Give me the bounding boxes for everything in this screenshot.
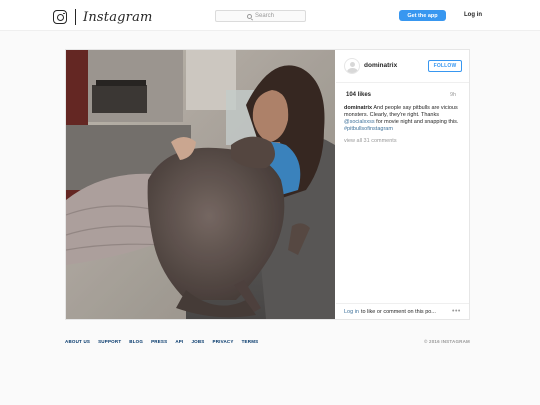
footer-link-terms[interactable]: TERMS [242,339,259,344]
follow-button[interactable]: FOLLOW [428,60,462,72]
caption-author[interactable]: dominatrix [344,105,372,111]
instagram-logo[interactable]: Instagram [53,9,153,25]
likes-count[interactable]: 104 likes [346,92,371,98]
post-photo[interactable] [66,50,335,319]
instagram-camera-icon [53,10,67,24]
caption-mention[interactable]: @socialxxss [344,119,375,125]
footer-link-press[interactable]: PRESS [151,339,167,344]
footer: ABOUT US SUPPORT BLOG PRESS API JOBS PRI… [65,339,470,347]
search-placeholder: Search [254,13,274,19]
top-navigation-bar: Instagram Search Get the app Log in [0,0,540,31]
avatar[interactable] [344,58,360,74]
logo-divider [75,9,76,25]
footer-link-support[interactable]: SUPPORT [98,339,121,344]
post-details-panel: dominatrix FOLLOW 104 likes 9h dominatri… [336,50,469,319]
post-header: dominatrix FOLLOW [336,50,469,83]
post-time[interactable]: 9h [450,92,456,98]
view-all-comments-link[interactable]: view all 31 comments [344,138,397,144]
footer-link-api[interactable]: API [175,339,183,344]
footer-nav: ABOUT US SUPPORT BLOG PRESS API JOBS PRI… [65,339,258,344]
footer-link-jobs[interactable]: JOBS [191,339,204,344]
comment-prompt-text: to like or comment on this po... [361,309,436,315]
footer-link-privacy[interactable]: PRIVACY [213,339,234,344]
comment-bar: Log in to like or comment on this po... … [336,303,469,319]
instagram-wordmark: Instagram [83,9,153,25]
footer-link-blog[interactable]: BLOG [129,339,143,344]
post-username[interactable]: dominatrix [364,62,397,69]
footer-link-about-us[interactable]: ABOUT US [65,339,90,344]
search-input[interactable]: Search [215,10,306,22]
copyright: © 2016 INSTAGRAM [424,339,470,344]
post-caption: dominatrix And people say pitbulls are v… [344,105,466,133]
post-photo-image [66,50,335,319]
login-link[interactable]: Log in [464,12,482,18]
comment-login-link[interactable]: Log in [344,309,359,315]
get-the-app-button[interactable]: Get the app [399,10,446,21]
search-icon [246,13,252,19]
post-card: dominatrix FOLLOW 104 likes 9h dominatri… [65,49,470,320]
more-options-icon[interactable]: ••• [452,308,461,315]
caption-text-2: for movie night and snapping this. [374,119,459,125]
caption-hashtag[interactable]: #pitbullsofinstagram [344,126,393,132]
